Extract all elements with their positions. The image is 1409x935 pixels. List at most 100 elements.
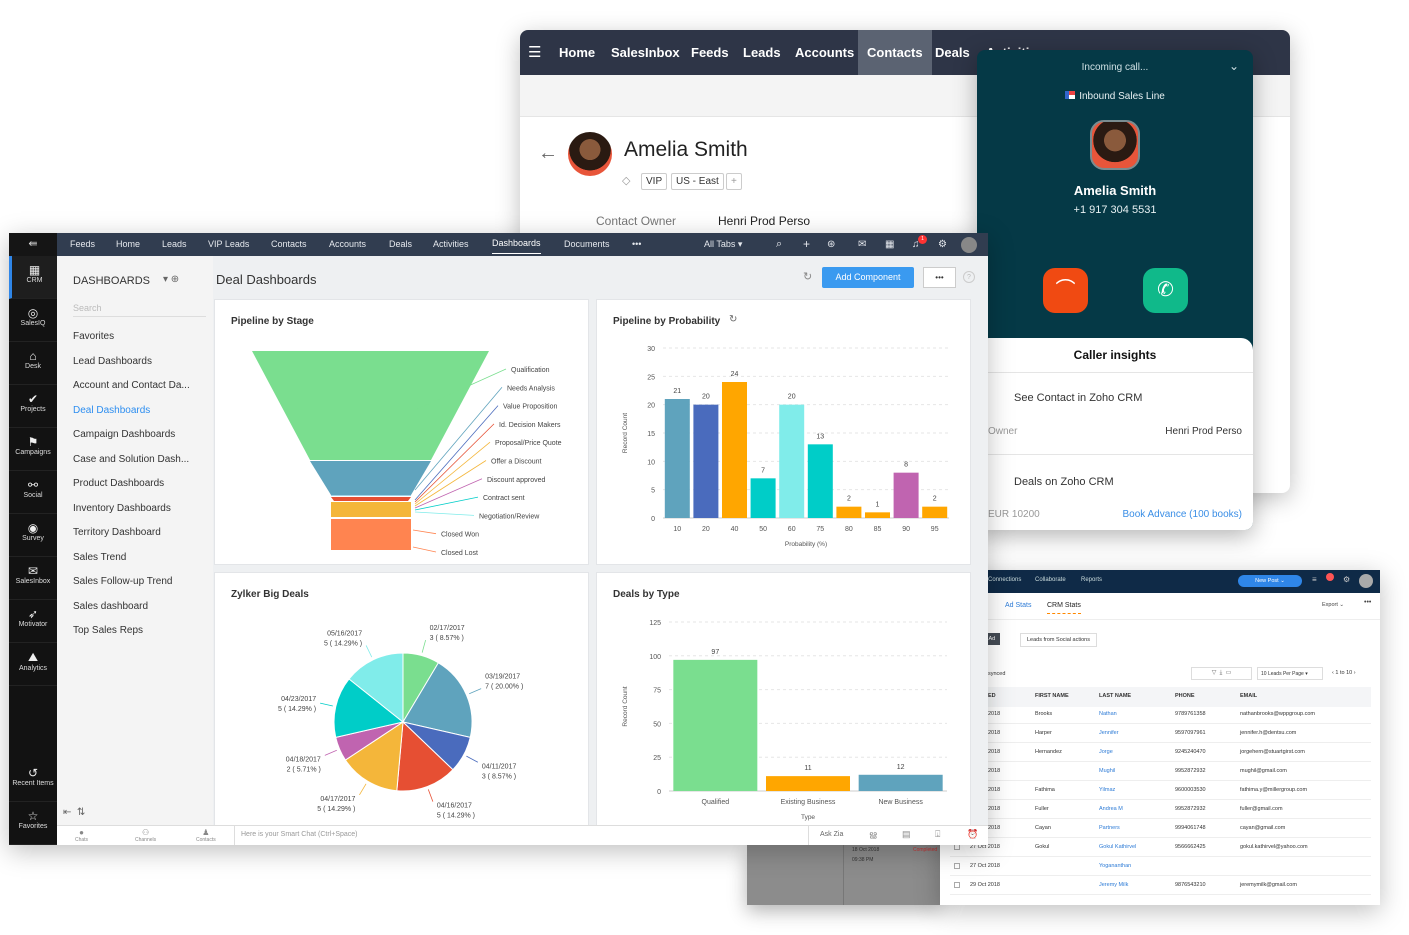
funnel-segment[interactable] bbox=[331, 497, 411, 501]
search-icon[interactable]: ⌕ bbox=[776, 233, 782, 256]
nav-more[interactable]: ••• bbox=[632, 233, 641, 256]
bar[interactable] bbox=[750, 478, 776, 518]
cell-last-name[interactable]: Yilmaz bbox=[1099, 787, 1115, 793]
download-icon[interactable]: ⍗ bbox=[935, 829, 940, 840]
decline-call-button[interactable]: ⌒ bbox=[1043, 268, 1088, 313]
notes-icon[interactable]: ▤ bbox=[902, 829, 911, 840]
rail-item-analytics[interactable]: ⛰ Analytics bbox=[9, 643, 57, 686]
nav-home[interactable]: Home bbox=[559, 30, 595, 75]
rail-item-recent-items[interactable]: ↺ Recent Items bbox=[9, 759, 57, 802]
add-component-button[interactable]: Add Component bbox=[822, 267, 914, 288]
chats-button[interactable]: ● Chats bbox=[75, 828, 88, 843]
user-avatar[interactable] bbox=[1359, 574, 1373, 588]
nav-collaborate[interactable]: Collaborate bbox=[1035, 577, 1066, 583]
see-contact-link[interactable]: See Contact in Zoho CRM bbox=[1014, 392, 1142, 404]
bar[interactable] bbox=[766, 776, 850, 791]
export-button[interactable]: Export ⌄ bbox=[1322, 602, 1344, 608]
channels-button[interactable]: ⚇ Channels bbox=[135, 828, 156, 843]
nav-dashboards[interactable]: Dashboards bbox=[492, 233, 541, 254]
nav-connections[interactable]: Connections bbox=[988, 577, 1021, 583]
bar[interactable] bbox=[858, 774, 943, 791]
rail-item-projects[interactable]: ✔ Projects bbox=[9, 385, 57, 428]
sidebar-item[interactable]: Case and Solution Dash... bbox=[73, 454, 189, 465]
row-checkbox[interactable] bbox=[954, 863, 960, 869]
nav-home[interactable]: Home bbox=[116, 233, 140, 256]
bar[interactable] bbox=[673, 659, 758, 791]
more-options-button[interactable]: ••• bbox=[923, 267, 956, 288]
cell-last-name[interactable]: Partners bbox=[1099, 825, 1120, 831]
nav-feeds[interactable]: Feeds bbox=[691, 30, 729, 75]
app-switcher-icon[interactable]: ⇚ bbox=[9, 233, 57, 256]
tag-region[interactable]: US - East bbox=[671, 173, 724, 190]
bar[interactable] bbox=[893, 472, 919, 518]
tab-crm-stats[interactable]: CRM Stats bbox=[1047, 602, 1081, 614]
bar[interactable] bbox=[922, 506, 948, 518]
alarm-icon[interactable]: ⏰ bbox=[967, 829, 978, 840]
settings-icon[interactable]: ⚙ bbox=[1343, 575, 1350, 584]
nav-deals[interactable]: Deals bbox=[935, 30, 970, 75]
cell-last-name[interactable]: Nathan bbox=[1099, 711, 1117, 717]
back-arrow-icon[interactable]: ← bbox=[538, 142, 558, 165]
table-toolbar[interactable]: ▽ ⤓ ▭ bbox=[1191, 667, 1252, 680]
sidebar-item[interactable]: Favorites bbox=[73, 331, 114, 342]
bar[interactable] bbox=[693, 404, 719, 518]
bar[interactable] bbox=[807, 444, 833, 518]
sidebar-item[interactable]: Campaign Dashboards bbox=[73, 429, 175, 440]
nav-salesinbox[interactable]: SalesInbox bbox=[611, 30, 680, 75]
collapse-sidebar-icon[interactable]: ⇤ ⇅ bbox=[63, 807, 85, 818]
mail-icon[interactable]: ✉ bbox=[858, 233, 866, 256]
nav-feeds[interactable]: Feeds bbox=[70, 233, 95, 256]
funnel-segment[interactable] bbox=[331, 495, 411, 496]
nav-contacts[interactable]: Contacts bbox=[858, 30, 932, 75]
sidebar-item[interactable]: Top Sales Reps bbox=[73, 625, 143, 636]
rail-item-survey[interactable]: ◉ Survey bbox=[9, 514, 57, 557]
nav-vip-leads[interactable]: VIP Leads bbox=[208, 233, 249, 256]
rail-item-salesiq[interactable]: ◎ SalesIQ bbox=[9, 299, 57, 342]
nav-contacts[interactable]: Contacts bbox=[271, 233, 307, 256]
rail-item-salesinbox[interactable]: ✉ SalesInbox bbox=[9, 557, 57, 600]
new-post-button[interactable]: New Post ⌄ bbox=[1238, 575, 1302, 587]
sidebar-item[interactable]: Account and Contact Da... bbox=[73, 380, 190, 391]
sidebar-item[interactable]: Product Dashboards bbox=[73, 478, 164, 489]
per-page-select[interactable]: 10 Leads Per Page ▾ bbox=[1257, 667, 1323, 680]
bar[interactable] bbox=[779, 404, 805, 518]
bar[interactable] bbox=[664, 399, 690, 518]
sidebar-item[interactable]: Deal Dashboards bbox=[73, 405, 150, 416]
sidebar-item[interactable]: Territory Dashboard bbox=[73, 527, 161, 538]
bar[interactable] bbox=[722, 382, 747, 518]
sidebar-item[interactable]: Sales Trend bbox=[73, 552, 126, 563]
sidebar-search-input[interactable]: Search bbox=[73, 303, 206, 317]
gamepad-icon[interactable]: ⊛ bbox=[827, 233, 835, 256]
pagination[interactable]: ‹ 1 to 10 › bbox=[1332, 670, 1356, 676]
rail-item-motivator[interactable]: ➶ Motivator bbox=[9, 600, 57, 643]
cell-last-name[interactable]: Gokul Kathirvel bbox=[1099, 844, 1136, 850]
help-icon[interactable]: ? bbox=[963, 271, 975, 283]
contacts-button[interactable]: ♟ Contacts bbox=[196, 828, 216, 843]
bar[interactable] bbox=[865, 512, 890, 518]
all-tabs-menu[interactable]: All Tabs ▾ bbox=[704, 233, 742, 256]
add-icon[interactable]: + bbox=[803, 233, 810, 256]
chevron-down-icon[interactable]: ⌄ bbox=[1229, 59, 1239, 73]
accept-call-button[interactable]: ✆ bbox=[1143, 268, 1188, 313]
zia-icon[interactable]: ൠ bbox=[869, 829, 877, 840]
tab-ad-stats[interactable]: Ad Stats bbox=[1005, 602, 1031, 609]
cell-last-name[interactable]: Mughil bbox=[1099, 768, 1115, 774]
deal-link[interactable]: Book Advance (100 books) bbox=[1122, 509, 1242, 520]
ask-zia-button[interactable]: Ask Zia bbox=[820, 831, 843, 838]
sidebar-item[interactable]: Lead Dashboards bbox=[73, 356, 152, 367]
sidebar-item[interactable]: Sales Follow-up Trend bbox=[73, 576, 173, 587]
nav-activities[interactable]: Activities bbox=[433, 233, 469, 256]
nav-reports[interactable]: Reports bbox=[1081, 577, 1102, 583]
list-icon[interactable]: ≡ bbox=[1312, 575, 1317, 584]
nav-accounts[interactable]: Accounts bbox=[329, 233, 366, 256]
rail-item-crm[interactable]: ▦ CRM bbox=[9, 256, 57, 299]
rail-item-favorites[interactable]: ☆ Favorites bbox=[9, 802, 57, 845]
nav-leads[interactable]: Leads bbox=[743, 30, 781, 75]
sidebar-item[interactable]: Sales dashboard bbox=[73, 601, 148, 612]
row-checkbox[interactable] bbox=[954, 882, 960, 888]
filter-social-actions[interactable]: Leads from Social actions bbox=[1020, 633, 1097, 647]
funnel-segment[interactable] bbox=[310, 461, 431, 495]
cell-last-name[interactable]: Yogananthan bbox=[1099, 863, 1131, 869]
user-avatar[interactable] bbox=[961, 237, 977, 253]
notification-bell-icon[interactable] bbox=[1326, 573, 1334, 581]
